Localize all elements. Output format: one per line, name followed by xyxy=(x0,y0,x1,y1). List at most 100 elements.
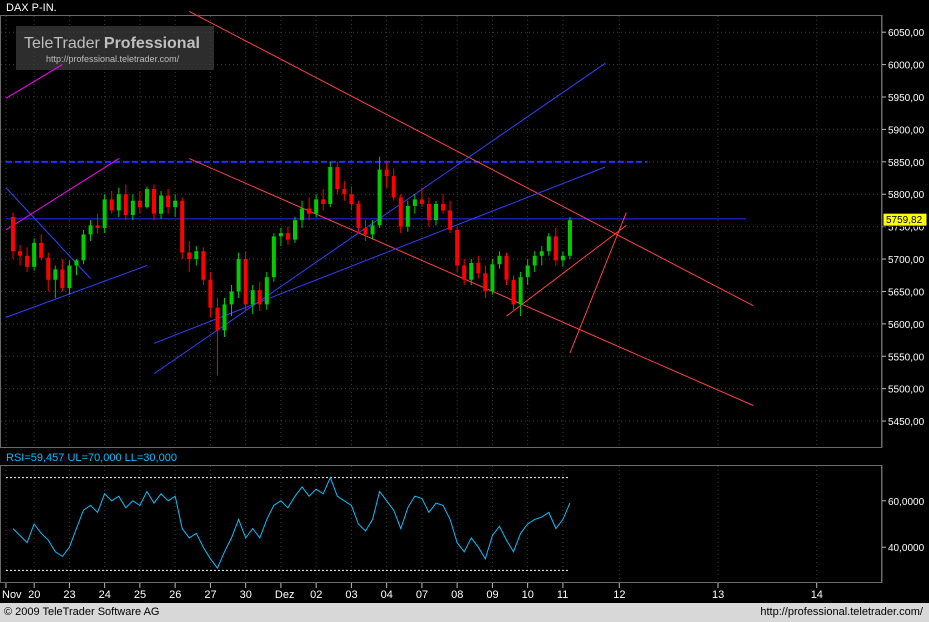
candle-body xyxy=(74,260,78,265)
watermark-title-regular: TeleTrader xyxy=(24,35,101,52)
candle-body xyxy=(131,201,135,215)
candle-body xyxy=(385,170,389,176)
price-axis-label: 6050,00 xyxy=(888,28,925,39)
candle-body xyxy=(349,194,353,204)
candle-body xyxy=(399,197,403,226)
candle-body xyxy=(96,225,100,228)
price-axis-label: 5600,00 xyxy=(888,320,925,331)
price-axis-label: 5800,00 xyxy=(888,190,925,201)
x-axis-label: 02 xyxy=(310,589,322,601)
candle-body xyxy=(39,243,43,258)
candle-body xyxy=(286,233,290,239)
rsi-panel-title: RSI=59,457 UL=70,000 LL=30,000 xyxy=(6,452,177,464)
candle-body xyxy=(540,251,544,256)
candle-body xyxy=(300,208,304,220)
candle-body xyxy=(145,189,149,207)
x-axis-label: 07 xyxy=(416,589,428,601)
candle-body xyxy=(11,217,15,251)
candle-body xyxy=(208,280,212,308)
copyright-text: © 2009 TeleTrader Software AG xyxy=(4,606,159,618)
candle-body xyxy=(462,266,466,280)
x-axis-label: 03 xyxy=(345,589,357,601)
candle-body xyxy=(307,208,311,213)
x-axis-label: 08 xyxy=(451,589,463,601)
x-axis-label: 14 xyxy=(811,589,823,601)
candle-body xyxy=(561,256,565,261)
watermark-url: http://professional.teletrader.com/ xyxy=(46,54,180,64)
price-axis-label: 5500,00 xyxy=(888,385,925,396)
x-axis-label: 26 xyxy=(169,589,181,601)
candle-body xyxy=(448,210,452,229)
watermark-title: TeleTraderProfessional xyxy=(24,35,200,52)
x-axis-label: 10 xyxy=(522,589,534,601)
candle-body xyxy=(180,201,184,253)
candle-body xyxy=(321,199,325,204)
candle-body xyxy=(554,236,558,260)
candle-body xyxy=(166,196,170,208)
candle-body xyxy=(526,266,530,278)
candle-body xyxy=(46,258,50,280)
candle-body xyxy=(293,220,297,239)
candle-body xyxy=(483,273,487,291)
x-axis-label: Nov xyxy=(2,589,22,601)
price-axis-label: 5900,00 xyxy=(888,125,925,136)
price-axis-label: 5700,00 xyxy=(888,255,925,266)
candle-body xyxy=(258,290,262,304)
rsi-panel-frame xyxy=(1,466,882,583)
candle-body xyxy=(237,259,241,291)
rsi-axis-label: 60,0000 xyxy=(888,497,925,508)
candle-body xyxy=(434,204,438,220)
watermark: TeleTraderProfessional http://profession… xyxy=(16,26,214,70)
candle-body xyxy=(505,256,509,280)
candle-body xyxy=(223,304,227,330)
x-axis-label: 25 xyxy=(134,589,146,601)
x-axis-label: 13 xyxy=(712,589,724,601)
candle-body xyxy=(215,308,219,331)
candle-body xyxy=(173,201,177,207)
x-axis-label: 12 xyxy=(613,589,625,601)
candle-body xyxy=(533,256,537,266)
candle-body xyxy=(392,176,396,197)
candle-body xyxy=(272,236,276,277)
candle-body xyxy=(279,233,283,236)
last-value-label: 5759,82 xyxy=(886,215,923,226)
candle-body xyxy=(53,269,57,279)
x-axis-label: 30 xyxy=(240,589,252,601)
candle-body xyxy=(82,234,86,260)
candle-body xyxy=(89,225,93,234)
candle-body xyxy=(342,189,346,194)
candle-body xyxy=(497,256,501,264)
candle-body xyxy=(364,228,368,234)
candle-body xyxy=(568,220,572,256)
x-axis-label: 24 xyxy=(99,589,111,601)
candle-body xyxy=(117,194,121,210)
x-axis-label: 09 xyxy=(486,589,498,601)
candle-body xyxy=(244,259,248,304)
candle-body xyxy=(265,277,269,304)
candle-body xyxy=(328,167,332,204)
candle-body xyxy=(371,225,375,234)
x-axis-label: 20 xyxy=(28,589,40,601)
x-axis-label: 04 xyxy=(381,589,393,601)
candle-body xyxy=(110,199,114,210)
candle-body xyxy=(469,263,473,280)
candle-body xyxy=(25,256,29,267)
watermark-title-bold: Professional xyxy=(104,35,200,52)
price-axis-label: 5850,00 xyxy=(888,158,925,169)
candle-body xyxy=(335,167,339,189)
footer-url[interactable]: http://professional.teletrader.com/ xyxy=(760,606,923,618)
candle-body xyxy=(378,170,382,226)
candle-body xyxy=(159,196,163,214)
candle-body xyxy=(314,199,318,213)
candle-body xyxy=(420,199,424,204)
candle-body xyxy=(406,206,410,227)
price-axis-label: 5950,00 xyxy=(888,93,925,104)
price-axis-label: 6000,00 xyxy=(888,61,925,72)
candle-body xyxy=(194,251,198,259)
candle-body xyxy=(32,243,36,267)
candle-body xyxy=(60,269,64,288)
x-axis-label: Dez xyxy=(275,589,295,601)
candle-body xyxy=(441,204,445,210)
candle-body xyxy=(152,189,156,214)
candle-body xyxy=(476,263,480,273)
